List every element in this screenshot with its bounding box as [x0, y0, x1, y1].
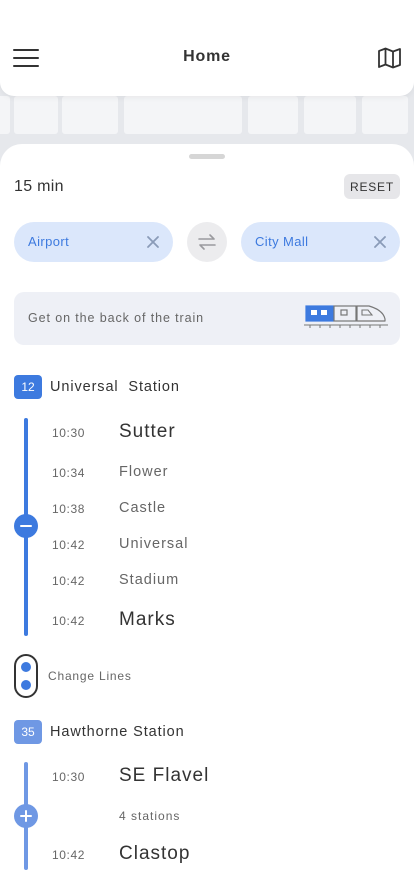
route-sheet: 15 min RESET Airport City Mall Get on th…	[0, 144, 414, 896]
map-block	[62, 96, 118, 134]
stop-time: 10:42	[52, 848, 86, 862]
collapsed-stops-count[interactable]: 4 stations	[119, 809, 180, 823]
stop-time: 10:30	[52, 770, 86, 784]
destination-label: City Mall	[255, 234, 309, 249]
segment-station-name: Hawthorne Station	[50, 724, 185, 740]
stop-time: 10:38	[52, 502, 86, 516]
map-icon[interactable]	[377, 47, 402, 69]
stop-time: 10:34	[52, 466, 86, 480]
collapse-stops-button[interactable]	[14, 514, 38, 538]
stop-name: Stadium	[119, 572, 180, 588]
stop-name: Castle	[119, 500, 167, 516]
stop-name: Flower	[119, 464, 169, 480]
segment-station-name: Universal Station	[50, 379, 180, 395]
map-block	[14, 96, 58, 134]
stop-time: 10:30	[52, 426, 86, 440]
sheet-grabber[interactable]	[189, 154, 225, 159]
transfer-icon	[14, 654, 38, 698]
train-icon	[304, 300, 388, 335]
stop-name: Universal	[119, 536, 189, 552]
stop-name: Marks	[119, 609, 176, 630]
stop-time: 10:42	[52, 614, 86, 628]
stop-name: Clastop	[119, 843, 191, 864]
stop-name: Sutter	[119, 421, 176, 442]
clear-origin-icon[interactable]	[145, 234, 161, 250]
line-badge: 12	[14, 375, 42, 399]
stop-name: SE Flavel	[119, 765, 210, 786]
plus-icon	[20, 810, 32, 822]
swap-arrows-icon	[198, 234, 216, 250]
origin-chip[interactable]: Airport	[14, 222, 173, 262]
clear-destination-icon[interactable]	[372, 234, 388, 250]
map-block	[248, 96, 298, 134]
expand-stops-button[interactable]	[14, 804, 38, 828]
top-header: Home	[0, 0, 414, 96]
map-block	[0, 96, 10, 134]
origin-label: Airport	[28, 234, 70, 249]
destination-chip[interactable]: City Mall	[241, 222, 400, 262]
page-title: Home	[183, 48, 231, 65]
minus-icon	[20, 525, 32, 527]
trip-duration: 15 min	[14, 178, 64, 195]
boarding-tip-text: Get on the back of the train	[28, 311, 204, 325]
map-block	[304, 96, 356, 134]
stop-time: 10:42	[52, 538, 86, 552]
reset-button[interactable]: RESET	[344, 174, 400, 199]
map-block	[124, 96, 242, 134]
map-block	[362, 96, 408, 134]
stop-time: 10:42	[52, 574, 86, 588]
transfer-label: Change Lines	[48, 669, 132, 683]
swap-button[interactable]	[187, 222, 227, 262]
line-badge: 35	[14, 720, 42, 744]
boarding-tip: Get on the back of the train	[14, 292, 400, 345]
